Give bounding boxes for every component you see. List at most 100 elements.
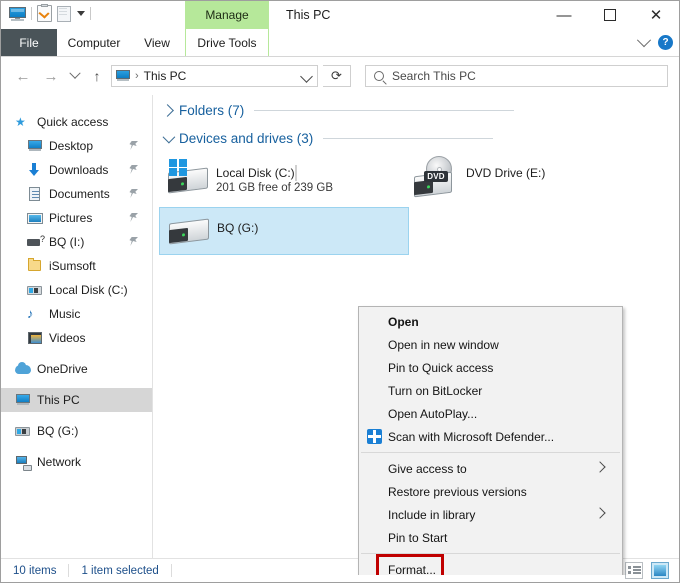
- tab-drive-tools[interactable]: Drive Tools: [185, 29, 269, 56]
- pin-icon[interactable]: [129, 213, 138, 222]
- toolbar-divider: [31, 7, 32, 20]
- title-bar: Manage This PC — ✕: [1, 1, 679, 29]
- menu-separator: [361, 452, 620, 453]
- menu-item-open-in-new-window[interactable]: Open in new window: [359, 333, 622, 356]
- sidebar-item-label: BQ (I:): [49, 235, 84, 249]
- sidebar-item-quick-access[interactable]: ★Quick access: [1, 110, 152, 134]
- explorer-content: ★Quick accessDesktopDownloadsDocumentsPi…: [1, 95, 679, 575]
- sidebar-item-label: Local Disk (C:): [49, 283, 128, 297]
- up-button[interactable]: ↑: [87, 66, 107, 86]
- sidebar-item-label: BQ (G:): [37, 424, 78, 438]
- close-button[interactable]: ✕: [633, 1, 679, 29]
- videos-icon: [27, 330, 43, 346]
- sidebar-item-network[interactable]: Network: [1, 450, 152, 474]
- sidebar-item-bq-g[interactable]: BQ (G:): [1, 419, 152, 443]
- properties-icon[interactable]: [37, 5, 52, 22]
- search-input[interactable]: Search This PC: [392, 69, 476, 83]
- maximize-button[interactable]: [587, 1, 633, 29]
- new-folder-icon[interactable]: [57, 6, 71, 22]
- contextual-tab-label: Manage: [205, 8, 248, 22]
- sidebar-item-onedrive[interactable]: OneDrive: [1, 357, 152, 381]
- menu-item-label: Pin to Start: [388, 531, 447, 545]
- refresh-button[interactable]: ⟳: [323, 65, 351, 87]
- menu-item-label: Pin to Quick access: [388, 361, 493, 375]
- sidebar-item-label: Desktop: [49, 139, 93, 153]
- menu-item-label: Scan with Microsoft Defender...: [388, 430, 554, 444]
- group-header-folders[interactable]: Folders (7): [163, 103, 663, 118]
- menu-item-pin-to-quick-access[interactable]: Pin to Quick access: [359, 356, 622, 379]
- tab-file[interactable]: File: [1, 29, 57, 56]
- menu-item-open-autoplay[interactable]: Open AutoPlay...: [359, 402, 622, 425]
- sidebar-item-this-pc[interactable]: This PC: [1, 388, 152, 412]
- menu-item-label: Give access to: [388, 462, 467, 476]
- sidebar-group: ★Quick access Desktop DownloadsDocumentsPi…: [1, 110, 152, 350]
- group-divider: [254, 110, 514, 111]
- sidebar-group: This PC: [1, 388, 152, 412]
- menu-item-give-access-to[interactable]: Give access to: [359, 457, 622, 480]
- chevron-down-icon[interactable]: [637, 33, 651, 47]
- drive-name: DVD Drive (E:): [466, 166, 545, 180]
- status-selection: 1 item selected: [81, 565, 158, 577]
- sidebar-item-pictures[interactable]: Pictures: [1, 206, 152, 230]
- tab-computer[interactable]: Computer: [57, 29, 131, 56]
- sidebar-group: OneDrive: [1, 357, 152, 381]
- help-icon[interactable]: ?: [658, 35, 673, 50]
- menu-item-open[interactable]: Open: [359, 310, 622, 333]
- sidebar-item-downloads[interactable]: Downloads: [1, 158, 152, 182]
- pin-icon[interactable]: [129, 237, 138, 246]
- menu-item-label: Turn on BitLocker: [388, 384, 482, 398]
- sidebar-item-desktop[interactable]: Desktop: [1, 134, 152, 158]
- pin-icon[interactable]: [129, 165, 138, 174]
- sidebar-item-isumsoft[interactable]: iSumsoft: [1, 254, 152, 278]
- chevron-right-icon: [594, 507, 605, 518]
- sidebar-item-local-disk-c[interactable]: Local Disk (C:): [1, 278, 152, 302]
- file-list-pane: Folders (7) Devices and drives (3) Local…: [153, 95, 679, 575]
- chevron-down-icon[interactable]: [300, 70, 313, 83]
- menu-item-scan-with-microsoft-defender[interactable]: Scan with Microsoft Defender...: [359, 425, 622, 448]
- sidebar-item-videos[interactable]: Videos: [1, 326, 152, 350]
- ribbon-right-controls: ?: [639, 29, 673, 56]
- menu-item-include-in-library[interactable]: Include in library: [359, 503, 622, 526]
- search-box[interactable]: Search This PC: [365, 65, 668, 87]
- status-item-count: 10 items: [13, 565, 56, 577]
- sidebar-item-label: Network: [37, 455, 81, 469]
- tab-view[interactable]: View: [131, 29, 183, 56]
- context-menu: OpenOpen in new window Pin to Quick acces…: [358, 306, 623, 575]
- menu-item-turn-on-bitlocker[interactable]: Turn on BitLocker: [359, 379, 622, 402]
- this-pc-icon: [15, 392, 31, 408]
- large-icons-view-icon[interactable]: [651, 562, 669, 579]
- view-buttons: [625, 562, 669, 579]
- drive-item-bq-g[interactable]: BQ (G:): [159, 207, 409, 255]
- customize-caret-icon[interactable]: [77, 11, 85, 16]
- forward-button[interactable]: →: [41, 66, 61, 86]
- sidebar-item-music[interactable]: ♪Music: [1, 302, 152, 326]
- drive-free-space: 201 GB free of 239 GB: [216, 182, 333, 194]
- drive-item-dvd-drive-e[interactable]: DVD DVD Drive (E:): [409, 153, 609, 207]
- group-header-devices[interactable]: Devices and drives (3): [163, 131, 663, 146]
- recent-locations-button[interactable]: [65, 66, 85, 86]
- drive-usage-bar: [295, 165, 297, 181]
- chevron-down-icon: [163, 131, 176, 144]
- file-explorer-window: Manage This PC — ✕ File Computer View Dr…: [0, 0, 680, 583]
- menu-item-restore-previous-versions[interactable]: Restore previous versions: [359, 480, 622, 503]
- menu-item-format[interactable]: Format...: [359, 558, 622, 575]
- sidebar-item-documents[interactable]: Documents: [1, 182, 152, 206]
- this-pc-icon[interactable]: [9, 7, 26, 21]
- back-button[interactable]: ←: [13, 66, 33, 86]
- desktop-icon: [27, 138, 43, 154]
- contextual-tab-manage[interactable]: Manage: [185, 1, 269, 29]
- menu-item-pin-to-start[interactable]: Pin to Start: [359, 526, 622, 549]
- breadcrumb-separator: ›: [135, 70, 139, 82]
- toolbar-divider: [90, 7, 91, 20]
- details-view-icon[interactable]: [625, 562, 643, 579]
- sidebar-item-bq-i[interactable]: BQ (I:): [1, 230, 152, 254]
- pin-icon[interactable]: [129, 189, 138, 198]
- address-bar[interactable]: › This PC: [111, 65, 318, 87]
- drive-item-local-disk-c[interactable]: Local Disk (C:) 201 GB free of 239 GB: [159, 153, 409, 207]
- sidebar-item-label: Videos: [49, 331, 85, 345]
- breadcrumb[interactable]: This PC: [144, 69, 187, 83]
- pin-icon[interactable]: [129, 141, 138, 150]
- search-icon: [374, 71, 384, 81]
- sidebar-item-label: Quick access: [37, 115, 108, 129]
- windows-system-drive-icon: [162, 156, 212, 198]
